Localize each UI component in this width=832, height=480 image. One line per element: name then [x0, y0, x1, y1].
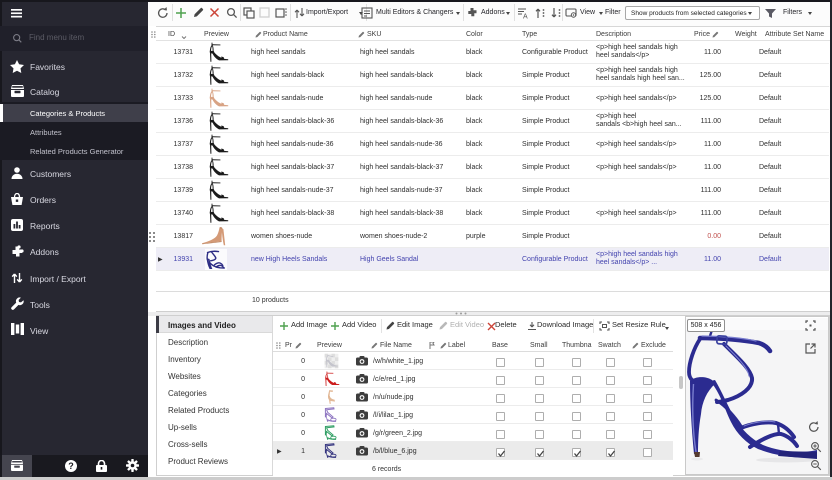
- svg-text:?: ?: [68, 461, 74, 471]
- svg-text:A: A: [523, 14, 528, 20]
